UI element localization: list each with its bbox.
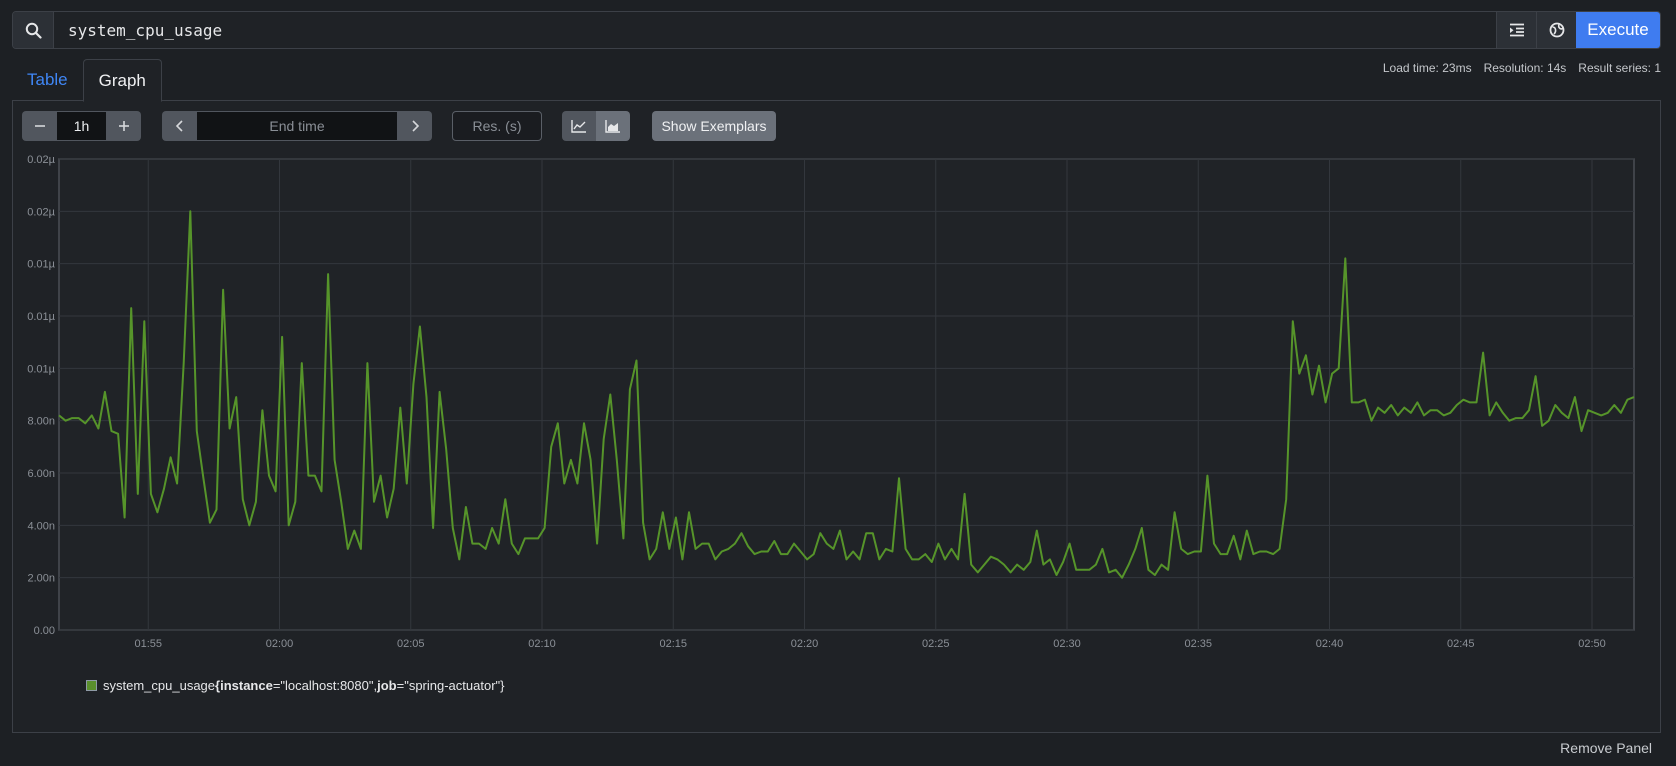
x-tick-label: 02:15: [659, 638, 687, 650]
legend-item[interactable]: system_cpu_usage{instance ="localhost:808…: [86, 678, 504, 693]
x-tick-label: 02:40: [1316, 638, 1344, 650]
legend-label1-value: ="localhost:8080",: [272, 678, 378, 693]
legend-swatch: [86, 680, 97, 691]
legend-label1-key: instance: [220, 678, 273, 693]
legend-metric: system_cpu_usage: [103, 678, 216, 693]
x-tick-label: 01:55: [134, 638, 162, 650]
y-tick-label: 0.01µ: [27, 259, 55, 271]
x-tick-label: 02:05: [397, 638, 425, 650]
tab-graph[interactable]: Graph: [82, 59, 162, 102]
x-tick-label: 02:30: [1053, 638, 1081, 650]
y-tick-label: 0.02µ: [27, 206, 55, 218]
x-tick-label: 02:50: [1578, 638, 1606, 650]
cpu-usage-chart: 0.00 2.00n 4.00n 6.00n 8.00n 0.01µ 0.01µ 0.01µ 0…: [27, 154, 1635, 650]
y-tick-label: 0.02µ: [27, 154, 55, 166]
x-tick-label: 02:10: [528, 638, 556, 650]
x-tick-label: 02:00: [266, 638, 294, 650]
y-tick-label: 2.00n: [27, 573, 55, 585]
x-tick-label: 02:45: [1447, 638, 1475, 650]
remove-panel-link[interactable]: Remove Panel: [1560, 740, 1652, 756]
y-tick-label: 0.01µ: [27, 311, 55, 323]
y-tick-label: 6.00n: [27, 468, 55, 480]
y-tick-label: 0.00: [34, 625, 55, 637]
y-tick-label: 8.00n: [27, 416, 55, 428]
x-tick-label: 02:20: [791, 638, 819, 650]
y-tick-label: 0.01µ: [27, 363, 55, 375]
y-tick-label: 4.00n: [27, 520, 55, 532]
legend-label2-key: job: [377, 678, 397, 693]
x-tick-label: 02:25: [922, 638, 950, 650]
x-tick-label: 02:35: [1184, 638, 1212, 650]
legend-label2-value: ="spring-actuator"}: [396, 678, 505, 693]
